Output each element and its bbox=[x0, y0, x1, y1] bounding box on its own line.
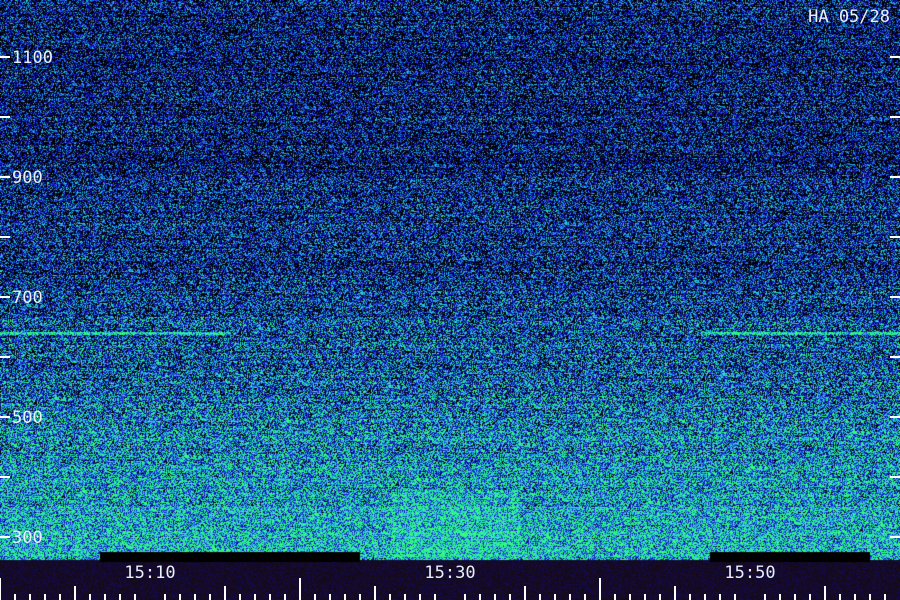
y-tick-label-900: 900 bbox=[12, 168, 43, 188]
y-tick-label-300: 300 bbox=[12, 528, 43, 548]
y-tick-label-500: 500 bbox=[12, 408, 43, 428]
chart-title: HA 05/28 bbox=[808, 7, 890, 27]
y-tick-label-1100: 1100 bbox=[12, 48, 53, 68]
spectrogram-chart: 300 500 700 900 1100 15:10 15:30 15:50 HA 05/2… bbox=[0, 0, 900, 600]
chart-axes: 300 500 700 900 1100 15:10 15:30 15:50 HA 05/2… bbox=[0, 7, 900, 600]
x-tick-label-1530: 15:30 bbox=[424, 563, 475, 583]
y-tick-label-700: 700 bbox=[12, 288, 43, 308]
x-axis-ticks: 15:10 15:30 15:50 bbox=[0, 563, 886, 600]
x-tick-label-1550: 15:50 bbox=[724, 563, 775, 583]
x-tick-label-1510: 15:10 bbox=[124, 563, 175, 583]
y-axis-ticks: 300 500 700 900 1100 bbox=[0, 48, 900, 548]
